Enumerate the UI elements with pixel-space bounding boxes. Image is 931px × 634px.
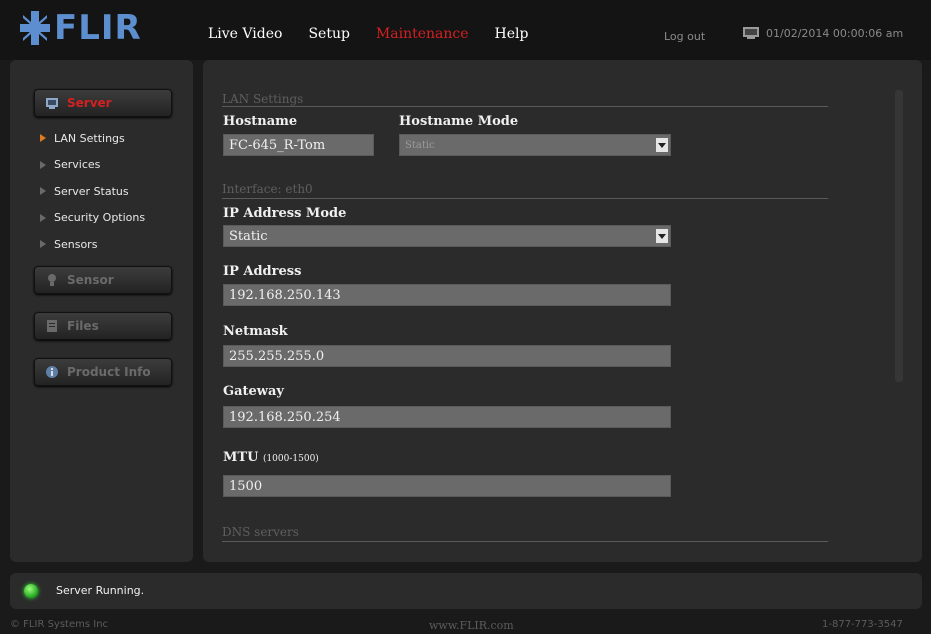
- sidebar: Server LAN Settings Services Server Stat…: [10, 60, 193, 562]
- nav-maintenance[interactable]: Maintenance: [376, 26, 469, 42]
- gateway-input[interactable]: 192.168.250.254: [223, 406, 671, 428]
- flir-logo-icon: [20, 11, 50, 45]
- logo-text: FLIR: [54, 8, 142, 48]
- hostname-mode-value: Static: [405, 139, 435, 151]
- ip-mode-label: IP Address Mode: [223, 206, 347, 221]
- files-button-label: Files: [67, 319, 99, 333]
- subnav-sensors[interactable]: Sensors: [40, 231, 145, 258]
- footer-website[interactable]: www.FLIR.com: [429, 619, 514, 632]
- section-title-interface: Interface: eth0: [222, 182, 313, 196]
- arrow-right-icon: [40, 134, 46, 143]
- server-subnav: LAN Settings Services Server Status Secu…: [40, 125, 145, 258]
- nav-help[interactable]: Help: [495, 26, 529, 42]
- flir-logo[interactable]: FLIR: [20, 6, 142, 50]
- hostname-input[interactable]: FC-645_R-Tom: [223, 134, 374, 156]
- subnav-label: LAN Settings: [54, 131, 125, 145]
- mtu-label-text: MTU: [223, 450, 259, 465]
- top-bar: FLIR Live Video Setup Maintenance Help L…: [0, 0, 931, 60]
- section-divider: [222, 106, 828, 107]
- chevron-down-icon: [656, 229, 668, 243]
- sensor-icon: [48, 274, 56, 286]
- subnav-lan-settings[interactable]: LAN Settings: [40, 125, 145, 152]
- sensor-button[interactable]: Sensor: [34, 266, 172, 294]
- arrow-right-icon: [40, 187, 46, 196]
- status-led-icon: [24, 584, 38, 598]
- server-button[interactable]: Server: [34, 89, 172, 117]
- gateway-label: Gateway: [223, 384, 284, 399]
- netmask-label: Netmask: [223, 324, 288, 339]
- hostname-label: Hostname: [223, 114, 298, 129]
- hostname-mode-label: Hostname Mode: [399, 114, 519, 129]
- chevron-down-icon: [656, 138, 668, 152]
- datetime-text: 01/02/2014 00:00:06 am: [766, 26, 904, 40]
- lan-settings-panel: LAN Settings Hostname FC-645_R-Tom Hostn…: [203, 60, 922, 562]
- mtu-range: (1000-1500): [262, 454, 319, 464]
- mtu-input[interactable]: 1500: [223, 475, 671, 497]
- ip-address-label: IP Address: [223, 264, 302, 279]
- status-text: Server Running.: [56, 584, 145, 597]
- section-divider: [222, 198, 828, 199]
- section-title-lan: LAN Settings: [222, 92, 304, 106]
- subnav-server-status[interactable]: Server Status: [40, 178, 145, 205]
- sensor-button-label: Sensor: [67, 273, 114, 287]
- files-button[interactable]: Files: [34, 312, 172, 340]
- subnav-services[interactable]: Services: [40, 152, 145, 179]
- vertical-scrollbar[interactable]: [895, 90, 903, 382]
- ip-mode-value: Static: [229, 228, 268, 244]
- section-title-dns: DNS servers: [222, 525, 299, 539]
- subnav-security-options[interactable]: Security Options: [40, 205, 145, 232]
- subnav-label: Sensors: [54, 237, 98, 251]
- datetime-display: 01/02/2014 00:00:06 am: [742, 26, 903, 40]
- main-nav: Live Video Setup Maintenance Help: [208, 26, 528, 42]
- mtu-label: MTU (1000-1500): [223, 450, 319, 465]
- netmask-input[interactable]: 255.255.255.0: [223, 345, 671, 367]
- nav-live-video[interactable]: Live Video: [208, 26, 282, 42]
- info-icon: [46, 366, 58, 378]
- logout-link[interactable]: Log out: [664, 30, 705, 43]
- subnav-label: Services: [54, 158, 101, 172]
- server-icon: [46, 98, 58, 109]
- hostname-mode-select[interactable]: Static: [399, 134, 671, 156]
- computer-icon: [743, 27, 759, 39]
- server-button-label: Server: [67, 96, 112, 110]
- files-icon: [47, 320, 57, 332]
- product-info-button-label: Product Info: [67, 365, 151, 379]
- footer-phone: 1-877-773-3547: [822, 619, 903, 630]
- arrow-right-icon: [40, 160, 46, 169]
- status-bar: Server Running.: [10, 573, 922, 609]
- ip-address-input[interactable]: 192.168.250.143: [223, 284, 671, 306]
- footer-copyright: © FLIR Systems Inc: [10, 619, 109, 630]
- section-divider: [222, 541, 828, 542]
- arrow-right-icon: [40, 213, 46, 222]
- ip-mode-select[interactable]: Static: [223, 225, 671, 247]
- subnav-label: Server Status: [54, 184, 129, 198]
- arrow-right-icon: [40, 240, 46, 249]
- product-info-button[interactable]: Product Info: [34, 358, 172, 386]
- subnav-label: Security Options: [54, 211, 146, 225]
- nav-setup[interactable]: Setup: [308, 26, 349, 42]
